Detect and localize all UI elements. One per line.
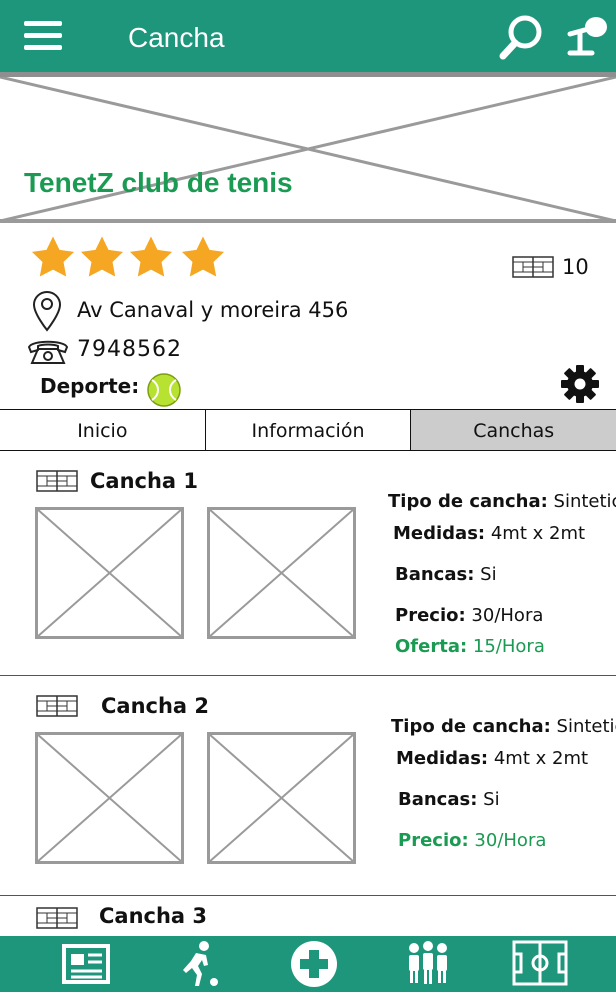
court-size: Medidas: 4mt x 2mt [393, 523, 586, 544]
court-card[interactable]: Cancha 2 Tipo de cancha: Sintetico Medid… [0, 676, 616, 894]
news-icon[interactable] [62, 940, 110, 986]
court-card[interactable]: Cancha 1 Tipo de cancha: Sintetico Medid… [0, 451, 616, 675]
court-size: Medidas: 4mt x 2mt [396, 748, 589, 769]
court-type: Tipo de cancha: Sintetico [391, 716, 616, 737]
club-address: Av Canaval y moreira 456 [77, 298, 349, 322]
top-app-bar: Cancha [0, 0, 616, 72]
court-icon [36, 470, 78, 492]
court-name: Cancha 2 [101, 694, 210, 718]
club-phone: 7948562 [77, 337, 182, 362]
court-price: Precio: 30/Hora [398, 830, 547, 851]
court-photo-placeholder [35, 732, 184, 864]
sport-label: Deporte: [40, 374, 140, 398]
tab-canchas[interactable]: Canchas [411, 410, 616, 450]
app-title: Cancha [128, 22, 225, 53]
court-name: Cancha 1 [90, 469, 199, 493]
courts-count: 10 [562, 255, 589, 279]
star-icon [80, 236, 124, 277]
court-icon [36, 907, 78, 929]
menu-icon[interactable] [24, 21, 62, 51]
tennis-ball-icon [147, 373, 181, 407]
court-icon [512, 256, 554, 278]
court-icon [36, 695, 78, 717]
star-icon [181, 236, 225, 277]
court-offer: Oferta: 15/Hora [395, 636, 545, 657]
gear-icon[interactable] [560, 364, 600, 404]
banner-image-placeholder [0, 77, 616, 221]
tab-inicio[interactable]: Inicio [0, 410, 206, 450]
field-icon[interactable] [512, 940, 568, 986]
court-type: Tipo de cancha: Sintetico [388, 491, 616, 512]
court-benches: Bancas: Si [398, 789, 500, 810]
court-photo-placeholder [207, 507, 356, 639]
location-pin-icon [32, 290, 62, 332]
tab-informacion[interactable]: Información [206, 410, 412, 450]
microphone-icon[interactable] [566, 14, 612, 58]
player-icon[interactable] [176, 940, 224, 988]
tab-bar: Inicio Información Canchas [0, 409, 616, 451]
bottom-navigation [0, 936, 616, 992]
search-icon[interactable] [496, 12, 546, 62]
court-photo-placeholder [35, 507, 184, 639]
court-photo-placeholder [207, 732, 356, 864]
club-name: TenetZ club de tenis [24, 167, 293, 198]
court-price: Precio: 30/Hora [395, 605, 544, 626]
phone-icon [27, 340, 69, 364]
court-card[interactable]: Cancha 3 [0, 896, 616, 936]
group-icon[interactable] [406, 940, 450, 986]
star-icon [31, 236, 75, 277]
star-icon [129, 236, 173, 277]
court-name: Cancha 3 [99, 904, 208, 928]
add-icon[interactable] [290, 940, 338, 988]
court-benches: Bancas: Si [395, 564, 497, 585]
banner-divider [0, 219, 616, 223]
